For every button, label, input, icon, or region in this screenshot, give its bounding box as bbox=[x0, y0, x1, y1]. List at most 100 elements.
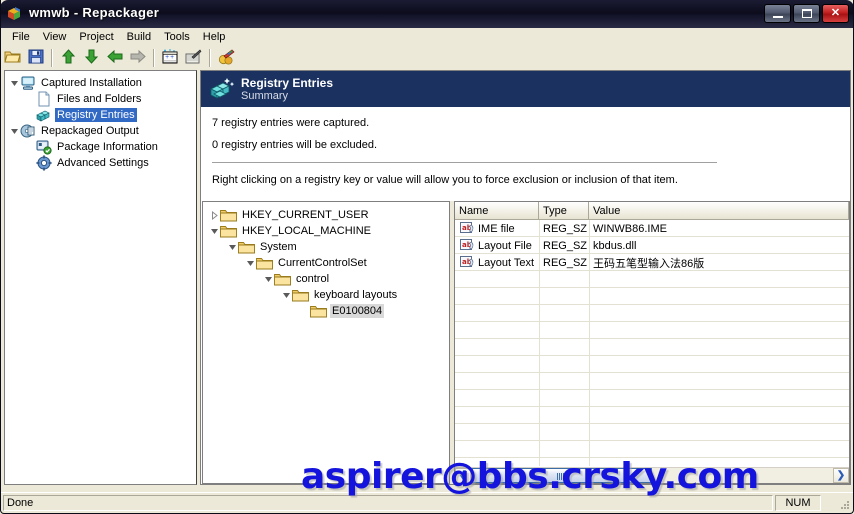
registry-values-list[interactable]: Name Type Value ab IME file REG_SZ WINWB86.IM… bbox=[454, 201, 850, 484]
grid-line bbox=[455, 389, 849, 390]
move-up-button[interactable] bbox=[57, 47, 80, 69]
grid-line bbox=[455, 304, 849, 305]
column-header-type[interactable]: Type bbox=[539, 202, 589, 219]
string-value-icon: ab bbox=[459, 255, 475, 270]
sidebar-item-captured-installation[interactable]: Captured Installation bbox=[9, 75, 144, 91]
chevron-collapsed-icon[interactable] bbox=[209, 210, 220, 221]
maximize-button[interactable] bbox=[793, 4, 820, 23]
string-value-icon: ab bbox=[459, 221, 475, 236]
folder-icon bbox=[274, 272, 291, 286]
build-package-icon bbox=[218, 49, 235, 68]
folder-icon bbox=[220, 224, 237, 238]
registry-node-label: E0100804 bbox=[330, 304, 385, 318]
cell-type: REG_SZ bbox=[543, 239, 588, 252]
status-message: Done bbox=[3, 495, 773, 511]
menu-item-project[interactable]: Project bbox=[73, 29, 120, 45]
registry-node-system[interactable]: System bbox=[227, 239, 299, 255]
chevron-expanded-icon[interactable] bbox=[245, 258, 256, 269]
registry-node-label: keyboard layouts bbox=[314, 289, 398, 301]
table-row[interactable]: ab Layout Text REG_SZ 王码五笔型输入法86版 bbox=[455, 254, 849, 271]
registry-node-label: CurrentControlSet bbox=[278, 257, 367, 269]
menu-item-help[interactable]: Help bbox=[197, 29, 233, 45]
registry-node-label: HKEY_CURRENT_USER bbox=[242, 209, 369, 221]
column-header-name[interactable]: Name bbox=[455, 202, 539, 219]
registry-node-currentcontrolset[interactable]: CurrentControlSet bbox=[245, 255, 369, 271]
cell-name: ab Layout File bbox=[455, 238, 539, 253]
navigation-tree[interactable]: Captured Installation Files and Folders Re… bbox=[4, 70, 197, 485]
chevron-expanded-icon[interactable] bbox=[209, 226, 220, 237]
chevron-expanded-icon[interactable] bbox=[227, 242, 238, 253]
registry-scan-after-icon bbox=[185, 49, 202, 68]
cell-value: WINWB86.IME bbox=[593, 222, 667, 235]
sidebar-item-label: Files and Folders bbox=[57, 93, 142, 105]
client-area: Captured Installation Files and Folders Re… bbox=[1, 70, 853, 497]
status-badge-num: NUM bbox=[775, 495, 821, 511]
sidebar-item-package-information[interactable]: Package Information bbox=[25, 139, 160, 155]
menu-item-view[interactable]: View bbox=[37, 29, 74, 45]
grid-line bbox=[455, 372, 849, 373]
column-header-value[interactable]: Value bbox=[589, 202, 849, 219]
save-button[interactable] bbox=[24, 47, 47, 69]
chevron-expanded-icon[interactable] bbox=[263, 274, 274, 285]
cell-type: REG_SZ bbox=[543, 256, 588, 269]
forward-button[interactable] bbox=[126, 47, 149, 69]
status-bar: Done NUM bbox=[1, 492, 853, 512]
value-name-label: Layout Text bbox=[478, 256, 535, 269]
arrow-left-icon bbox=[106, 49, 123, 67]
value-name-label: IME file bbox=[478, 222, 515, 235]
sidebar-item-label: Repackaged Output bbox=[41, 125, 139, 137]
horizontal-scrollbar[interactable]: ❮ ❯ bbox=[455, 467, 849, 483]
title-bar: wmwb - Repackager ✕ bbox=[0, 0, 854, 28]
toolbar-separator-3 bbox=[209, 49, 211, 67]
registry-node-hkey_local_machine[interactable]: HKEY_LOCAL_MACHINE bbox=[209, 223, 373, 239]
grid-line bbox=[455, 321, 849, 322]
registry-node-e0100804[interactable]: E0100804 bbox=[299, 303, 385, 319]
chevron-expanded-icon[interactable] bbox=[9, 126, 20, 137]
menu-item-tools[interactable]: Tools bbox=[158, 29, 197, 45]
toolbar-separator-2 bbox=[153, 49, 155, 67]
chevron-expanded-icon[interactable] bbox=[9, 78, 20, 89]
open-button[interactable] bbox=[1, 47, 24, 69]
sidebar-item-registry-entries[interactable]: Registry Entries bbox=[25, 107, 137, 123]
table-row[interactable]: ab Layout File REG_SZ kbdus.dll bbox=[455, 237, 849, 254]
registry-cubes-icon bbox=[209, 77, 235, 103]
folder-icon bbox=[292, 288, 309, 302]
registry-node-label: control bbox=[296, 273, 330, 285]
scroll-left-button[interactable]: ❮ bbox=[455, 468, 471, 483]
scan-before-button[interactable]: + + bbox=[159, 47, 182, 69]
resize-grip-icon[interactable] bbox=[838, 498, 851, 511]
window-controls: ✕ bbox=[764, 4, 849, 23]
cell-type: REG_SZ bbox=[543, 222, 588, 235]
menu-item-build[interactable]: Build bbox=[121, 29, 158, 45]
registry-node-keyboard-layouts[interactable]: keyboard layouts bbox=[281, 287, 399, 303]
grid-line bbox=[455, 338, 849, 339]
summary-captured: 7 registry entries were captured. bbox=[212, 117, 370, 129]
registry-node-control[interactable]: control bbox=[263, 271, 331, 287]
registry-tree[interactable]: HKEY_CURRENT_USER HKEY_LOCAL_MACHINE Syste… bbox=[202, 201, 450, 484]
scroll-thumb[interactable] bbox=[472, 468, 652, 483]
table-row[interactable]: ab IME file REG_SZ WINWB86.IME bbox=[455, 220, 849, 237]
chevron-expanded-icon[interactable] bbox=[281, 290, 292, 301]
save-floppy-icon bbox=[28, 49, 44, 67]
build-package-button[interactable] bbox=[215, 47, 238, 69]
list-header: Name Type Value bbox=[455, 202, 849, 220]
move-down-button[interactable] bbox=[80, 47, 103, 69]
sidebar-item-repackaged-output[interactable]: Repackaged Output bbox=[9, 123, 141, 139]
registry-node-hkey_current_user[interactable]: HKEY_CURRENT_USER bbox=[209, 207, 371, 223]
minimize-button[interactable] bbox=[764, 4, 791, 23]
scroll-right-button[interactable]: ❯ bbox=[833, 468, 849, 483]
registry-scan-before-icon: + + bbox=[162, 48, 179, 68]
context-hint: Right clicking on a registry key or valu… bbox=[212, 174, 678, 186]
sidebar-item-files-and-folders[interactable]: Files and Folders bbox=[25, 91, 143, 107]
folder-icon bbox=[256, 256, 273, 270]
menu-item-file[interactable]: File bbox=[6, 29, 37, 45]
toolbar: + + bbox=[1, 46, 853, 70]
scan-after-button[interactable] bbox=[182, 47, 205, 69]
close-button[interactable]: ✕ bbox=[822, 4, 849, 23]
grid-line bbox=[455, 440, 849, 441]
back-button[interactable] bbox=[103, 47, 126, 69]
folder-icon bbox=[238, 240, 255, 254]
sidebar-item-advanced-settings[interactable]: Advanced Settings bbox=[25, 155, 151, 171]
